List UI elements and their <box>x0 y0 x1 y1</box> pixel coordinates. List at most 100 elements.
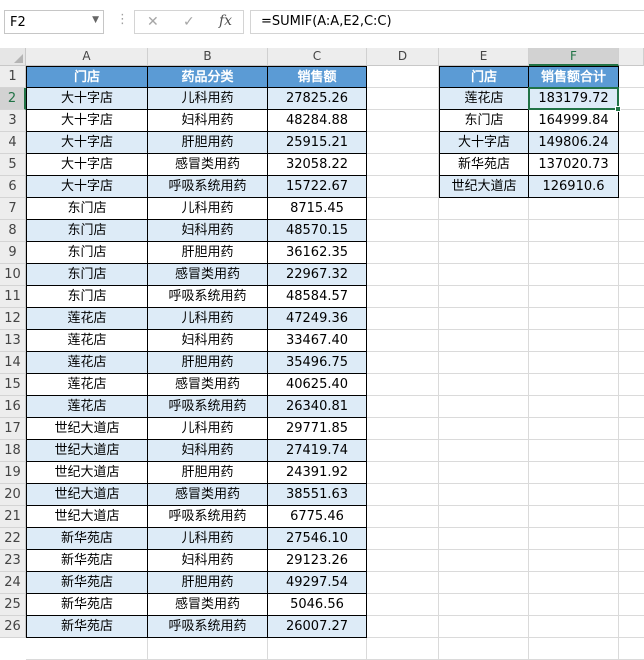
table1-header-cell[interactable]: 销售额 <box>268 66 367 88</box>
table1-cell[interactable]: 儿科用药 <box>148 88 268 110</box>
table1-cell[interactable]: 27419.74 <box>268 440 367 462</box>
table1-cell[interactable]: 肝胆用药 <box>148 132 268 154</box>
row-header-4[interactable]: 4 <box>0 132 26 154</box>
row-header-9[interactable]: 9 <box>0 242 26 264</box>
table1-cell[interactable]: 莲花店 <box>26 308 148 330</box>
table1-cell[interactable]: 25915.21 <box>268 132 367 154</box>
table1-cell[interactable]: 肝胆用药 <box>148 572 268 594</box>
row-header-23[interactable]: 23 <box>0 550 26 572</box>
row-header-5[interactable]: 5 <box>0 154 26 176</box>
table1-cell[interactable]: 36162.35 <box>268 242 367 264</box>
table2-header-cell[interactable]: 销售额合计 <box>529 66 619 88</box>
table1-cell[interactable]: 呼吸系统用药 <box>148 506 268 528</box>
table1-cell[interactable]: 莲花店 <box>26 330 148 352</box>
table1-cell[interactable]: 世纪大道店 <box>26 440 148 462</box>
row-header-1[interactable]: 1 <box>0 66 26 88</box>
column-header-b[interactable]: B <box>148 48 268 66</box>
column-header-e[interactable]: E <box>439 48 529 66</box>
table1-cell[interactable]: 儿科用药 <box>148 418 268 440</box>
table1-cell[interactable]: 大十字店 <box>26 154 148 176</box>
row-header-22[interactable]: 22 <box>0 528 26 550</box>
table1-cell[interactable]: 大十字店 <box>26 110 148 132</box>
table1-cell[interactable]: 世纪大道店 <box>26 484 148 506</box>
row-header-18[interactable]: 18 <box>0 440 26 462</box>
table1-cell[interactable]: 26340.81 <box>268 396 367 418</box>
table1-cell[interactable]: 22967.32 <box>268 264 367 286</box>
table1-cell[interactable]: 27546.10 <box>268 528 367 550</box>
table1-cell[interactable]: 莲花店 <box>26 352 148 374</box>
table1-cell[interactable]: 48584.57 <box>268 286 367 308</box>
table1-cell[interactable]: 莲花店 <box>26 396 148 418</box>
table1-cell[interactable]: 感冒类用药 <box>148 484 268 506</box>
row-header-11[interactable]: 11 <box>0 286 26 308</box>
row-header-8[interactable]: 8 <box>0 220 26 242</box>
table1-cell[interactable]: 东门店 <box>26 220 148 242</box>
table2-cell[interactable]: 大十字店 <box>439 132 529 154</box>
table1-cell[interactable]: 呼吸系统用药 <box>148 286 268 308</box>
row-header-15[interactable]: 15 <box>0 374 26 396</box>
table1-cell[interactable]: 东门店 <box>26 286 148 308</box>
table1-cell[interactable]: 8715.45 <box>268 198 367 220</box>
table1-cell[interactable]: 肝胆用药 <box>148 462 268 484</box>
row-header-25[interactable]: 25 <box>0 594 26 616</box>
table1-cell[interactable]: 感冒类用药 <box>148 264 268 286</box>
row-header-26[interactable]: 26 <box>0 616 26 638</box>
table1-cell[interactable]: 新华苑店 <box>26 616 148 638</box>
row-header-7[interactable]: 7 <box>0 198 26 220</box>
table1-cell[interactable]: 世纪大道店 <box>26 462 148 484</box>
table1-cell[interactable]: 26007.27 <box>268 616 367 638</box>
table2-cell[interactable]: 世纪大道店 <box>439 176 529 198</box>
table1-cell[interactable]: 儿科用药 <box>148 528 268 550</box>
table1-cell[interactable]: 妇科用药 <box>148 220 268 242</box>
table1-header-cell[interactable]: 药品分类 <box>148 66 268 88</box>
table2-cell[interactable]: 137020.73 <box>529 154 619 176</box>
table1-cell[interactable]: 东门店 <box>26 198 148 220</box>
table2-header-cell[interactable]: 门店 <box>439 66 529 88</box>
table1-cell[interactable]: 肝胆用药 <box>148 352 268 374</box>
row-header-14[interactable]: 14 <box>0 352 26 374</box>
table2-cell[interactable]: 149806.24 <box>529 132 619 154</box>
table1-cell[interactable]: 32058.22 <box>268 154 367 176</box>
row-header-10[interactable]: 10 <box>0 264 26 286</box>
table1-cell[interactable]: 东门店 <box>26 264 148 286</box>
row-header-24[interactable]: 24 <box>0 572 26 594</box>
table1-cell[interactable]: 24391.92 <box>268 462 367 484</box>
drag-handle-icon[interactable]: ⋮ <box>116 12 129 27</box>
fill-handle[interactable] <box>615 106 621 112</box>
row-header-3[interactable]: 3 <box>0 110 26 132</box>
table1-cell[interactable]: 38551.63 <box>268 484 367 506</box>
table1-cell[interactable]: 呼吸系统用药 <box>148 616 268 638</box>
table2-cell[interactable]: 莲花店 <box>439 88 529 110</box>
table1-cell[interactable]: 新华苑店 <box>26 550 148 572</box>
table1-cell[interactable]: 33467.40 <box>268 330 367 352</box>
enter-icon[interactable]: ✓ <box>183 14 195 30</box>
table1-cell[interactable]: 肝胆用药 <box>148 242 268 264</box>
table1-cell[interactable]: 感冒类用药 <box>148 374 268 396</box>
column-header-d[interactable]: D <box>367 48 439 66</box>
table1-cell[interactable]: 呼吸系统用药 <box>148 176 268 198</box>
table1-cell[interactable]: 5046.56 <box>268 594 367 616</box>
table1-cell[interactable]: 大十字店 <box>26 88 148 110</box>
table1-cell[interactable]: 35496.75 <box>268 352 367 374</box>
table1-cell[interactable]: 47249.36 <box>268 308 367 330</box>
table1-cell[interactable]: 世纪大道店 <box>26 506 148 528</box>
row-header-2[interactable]: 2 <box>0 88 26 110</box>
table1-cell[interactable]: 呼吸系统用药 <box>148 396 268 418</box>
row-header-21[interactable]: 21 <box>0 506 26 528</box>
column-header-f[interactable]: F <box>529 48 619 66</box>
column-header-a[interactable]: A <box>26 48 148 66</box>
insert-function-icon[interactable]: fx <box>219 13 232 29</box>
table1-cell[interactable]: 儿科用药 <box>148 308 268 330</box>
table1-cell[interactable]: 大十字店 <box>26 176 148 198</box>
row-header-12[interactable]: 12 <box>0 308 26 330</box>
formula-input[interactable]: =SUMIF(A:A,E2,C:C) <box>250 10 644 34</box>
table1-cell[interactable]: 东门店 <box>26 242 148 264</box>
table1-cell[interactable]: 妇科用药 <box>148 440 268 462</box>
table1-cell[interactable]: 莲花店 <box>26 374 148 396</box>
table1-cell[interactable]: 妇科用药 <box>148 330 268 352</box>
table1-cell[interactable]: 新华苑店 <box>26 572 148 594</box>
table1-cell[interactable]: 感冒类用药 <box>148 154 268 176</box>
table1-cell[interactable]: 48570.15 <box>268 220 367 242</box>
table1-cell[interactable]: 49297.54 <box>268 572 367 594</box>
table2-cell[interactable]: 164999.84 <box>529 110 619 132</box>
